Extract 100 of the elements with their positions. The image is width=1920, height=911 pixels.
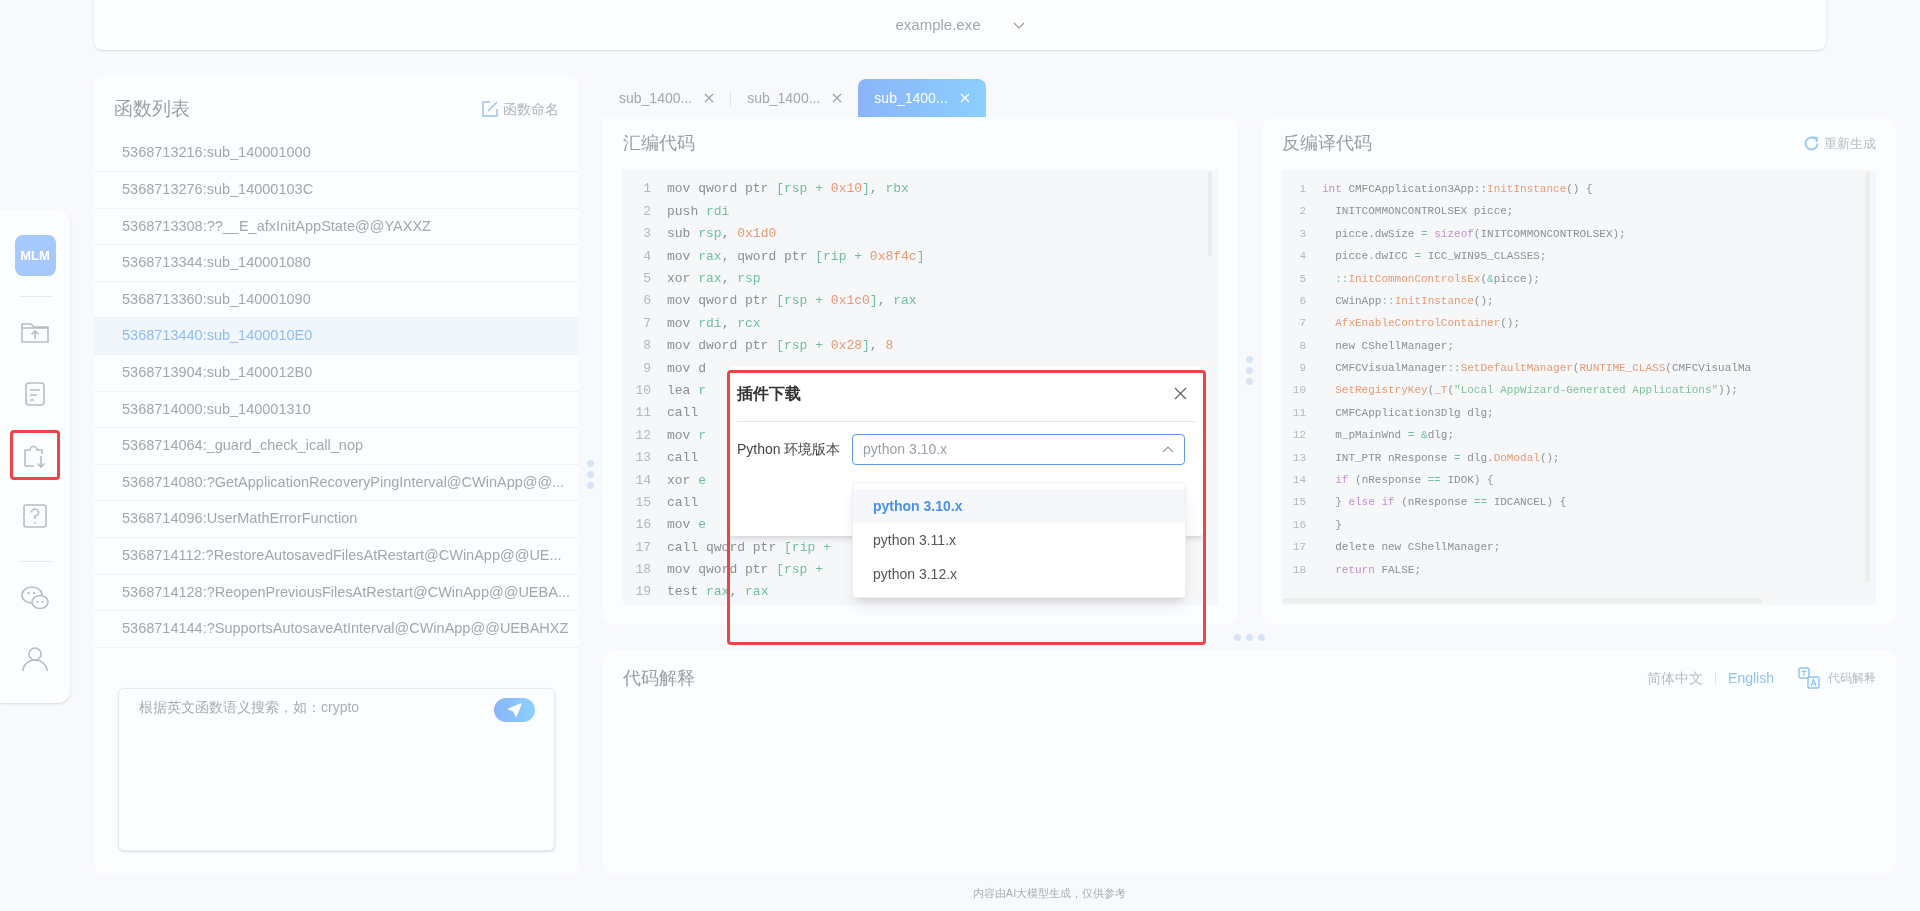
function-item[interactable]: 5368713216:sub_140001000 <box>94 135 579 173</box>
code-line: mov qword ptr [rsp + 0x1c0], rax <box>667 292 917 311</box>
line-number: 2 <box>642 202 652 221</box>
code-line: INT_PTR nResponse = dlg.DoModal(); <box>1334 450 1560 466</box>
line-number: 17 <box>634 538 652 557</box>
line-number: 2 <box>1298 204 1307 220</box>
panel-title: 反编译代码 <box>1282 132 1372 155</box>
line-number: 19 <box>634 583 652 602</box>
resize-handle[interactable] <box>587 460 594 489</box>
explain-button[interactable]: 代码解释 <box>1798 667 1876 689</box>
function-item[interactable]: 5368714080:?GetApplicationRecoveryPingInterval@CWinApp@@... <box>94 464 579 502</box>
code-line: return FALSE; <box>1334 562 1422 578</box>
code-line: } else if (nResponse == IDCANCEL) { <box>1334 495 1567 511</box>
line-number: 15 <box>634 493 652 512</box>
code-line: int CMFCApplication3App::InitInstance() { <box>1322 181 1593 197</box>
close-icon[interactable] <box>832 93 843 103</box>
code-line: call <box>667 449 699 468</box>
resize-handle[interactable] <box>1234 634 1265 641</box>
panel-title: 函数列表 <box>114 97 190 121</box>
dialog-title: 插件下载 <box>737 383 801 404</box>
line-number: 6 <box>642 292 652 311</box>
language-option[interactable]: English <box>1728 667 1774 689</box>
code-line: ::InitCommonControlsEx(&picce); <box>1334 271 1540 287</box>
line-number: 7 <box>1298 316 1307 332</box>
line-number: 11 <box>1291 405 1307 421</box>
code-line: mov d <box>667 359 706 378</box>
code-line: CMFCApplication3Dlg dlg; <box>1334 405 1494 421</box>
function-item[interactable]: 5368714064:_guard_check_icall_nop <box>94 428 579 465</box>
dropdown-option[interactable]: python 3.11.x <box>853 523 1185 557</box>
function-item[interactable]: 5368714144:?SupportsAutosaveAtInterval@CWinApp@@UEBAHXZ <box>94 611 579 648</box>
search-field[interactable]: 根据英文函数语义搜索，如：crypto <box>118 688 555 851</box>
function-item[interactable]: 5368713308:??__E_afxInitAppState@@YAXXZ <box>94 208 579 246</box>
file-tab[interactable]: sub_1400... <box>858 79 986 117</box>
line-number: 9 <box>642 359 652 378</box>
line-number: 16 <box>1291 517 1307 533</box>
field-label: Python 环境版本 <box>737 440 842 459</box>
dropdown-option[interactable]: python 3.12.x <box>853 557 1185 591</box>
line-number: 17 <box>1291 540 1307 556</box>
function-item[interactable]: 5368714096:UserMathErrorFunction <box>94 501 579 539</box>
code-line: CWinApp::InitInstance(); <box>1334 293 1494 309</box>
regenerate-button[interactable]: 重新生成 <box>1803 133 1876 154</box>
line-number: 12 <box>1291 428 1307 444</box>
line-number: 12 <box>634 426 652 445</box>
code-line: picce.dwSize = sizeof(INITCOMMONCONTROLSEX); <box>1334 226 1626 242</box>
function-item[interactable]: 5368713344:sub_140001080 <box>94 245 579 282</box>
file-tab[interactable]: sub_1400... <box>731 79 859 117</box>
disclaimer-text: 内容由AI大模型生成，仅供参考 <box>972 885 1127 901</box>
line-number: 14 <box>634 471 652 490</box>
line-number: 11 <box>634 404 652 423</box>
function-item[interactable]: 5368714112:?RestoreAutosavedFilesAtRestart@CWinApp@@UE... <box>94 538 579 575</box>
function-item[interactable]: 5368713276:sub_14000103C <box>94 172 579 209</box>
line-number: 6 <box>1298 293 1307 309</box>
file-tab[interactable]: sub_1400... <box>603 79 731 117</box>
line-number: 10 <box>634 381 652 400</box>
rename-button[interactable]: 函数命名 <box>481 98 559 120</box>
version-select[interactable]: python 3.10.x <box>852 434 1185 465</box>
line-number: 9 <box>1298 361 1307 377</box>
line-number: 8 <box>1298 338 1307 354</box>
code-line: mov qword ptr [rsp + 0x10], rbx <box>667 180 909 199</box>
code-line: picce.dwICC = ICC_WIN95_CLASSES; <box>1334 249 1547 265</box>
code-line: new CShellManager; <box>1334 338 1455 354</box>
code-line: call <box>667 493 699 512</box>
close-icon[interactable] <box>1174 387 1187 400</box>
line-number: 3 <box>1298 226 1307 242</box>
function-item[interactable]: 5368713440:sub_1400010E0 <box>94 318 579 356</box>
code-line: xor rax, rsp <box>667 270 761 288</box>
file-select[interactable]: example.exe <box>883 9 1037 41</box>
code-line: xor e <box>667 471 707 490</box>
close-icon[interactable] <box>704 93 715 103</box>
code-line: mov rdi, rcx <box>667 314 761 333</box>
function-item[interactable]: 5368714000:sub_140001310 <box>94 391 579 429</box>
language-option[interactable]: 简体中文 <box>1647 667 1704 689</box>
code-line: lea r <box>667 381 707 400</box>
panel-title: 代码解释 <box>623 666 695 690</box>
function-item[interactable]: 5368714128:?ReopenPreviousFilesAtRestart@CWinApp@@UEBA... <box>94 574 579 612</box>
line-number: 13 <box>1291 450 1307 466</box>
code-line: mov dword ptr [rsp + 0x28], 8 <box>667 337 894 356</box>
highlight-frame <box>10 430 60 480</box>
code-line: SetRegistryKey(_T("Local AppWizard-Generated Applications")); <box>1334 383 1738 399</box>
caret-icon <box>1162 446 1174 453</box>
code-line: push rdi <box>667 202 730 221</box>
resize-handle[interactable] <box>1246 356 1253 385</box>
code-line: INITCOMMONCONTROLSEX picce; <box>1334 204 1514 220</box>
code-line: sub rsp, 0x1d0 <box>667 225 777 244</box>
line-number: 14 <box>1291 473 1307 488</box>
chevron-down-icon <box>1012 21 1025 29</box>
line-number: 4 <box>642 247 652 266</box>
dropdown-option[interactable]: python 3.10.x <box>853 489 1185 523</box>
code-line: mov e <box>667 516 707 535</box>
code-line: if (nResponse == IDOK) { <box>1334 473 1494 488</box>
line-number: 16 <box>634 516 652 535</box>
line-number: 10 <box>1291 383 1307 399</box>
line-number: 5 <box>642 270 652 288</box>
edit-icon <box>481 100 499 119</box>
code-line: mov rax, qword ptr [rip + 0x8f4c] <box>667 247 925 266</box>
line-number: 15 <box>1291 495 1307 511</box>
line-number: 8 <box>642 337 652 356</box>
function-item[interactable]: 5368713904:sub_1400012B0 <box>94 355 579 392</box>
line-number: 5 <box>1298 271 1307 287</box>
line-number: 1 <box>642 180 652 199</box>
